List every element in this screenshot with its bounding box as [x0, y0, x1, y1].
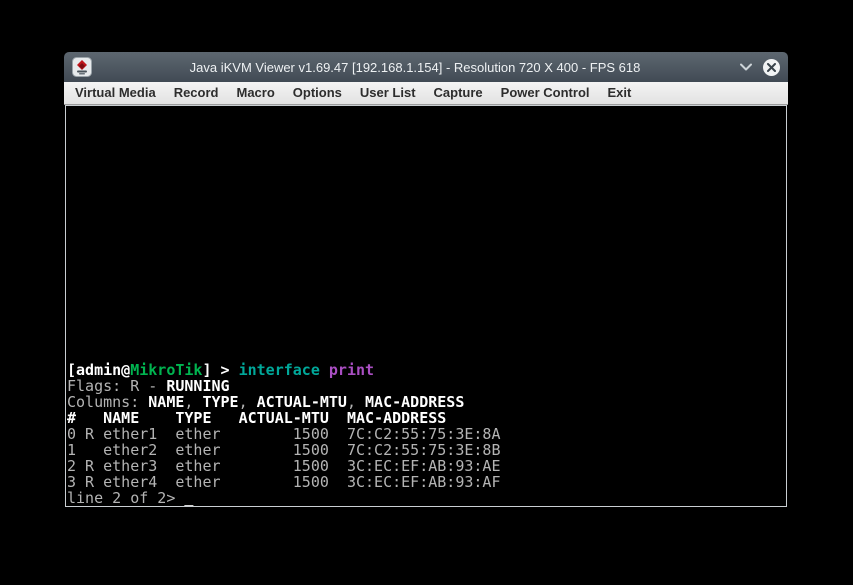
terminal-line: 3 R ether4 ether 1500 3C:EC:EF:AB:93:AF: [67, 474, 786, 490]
close-button[interactable]: [763, 58, 780, 76]
menu-item-virtual-media[interactable]: Virtual Media: [66, 82, 165, 104]
remote-console-screen[interactable]: [admin@MikroTik] > interface print Flags:…: [65, 105, 787, 507]
menu-item-power-control[interactable]: Power Control: [492, 82, 599, 104]
terminal-text-segment: _: [184, 489, 194, 507]
menu-item-user-list[interactable]: User List: [351, 82, 425, 104]
menu-bar: Virtual Media Record Macro Options User List…: [64, 82, 788, 105]
menu-item-capture[interactable]: Capture: [425, 82, 492, 104]
terminal-line: 0 R ether1 ether 1500 7C:C2:55:75:3E:8A: [67, 426, 786, 442]
terminal-text-segment: print: [328, 361, 375, 379]
terminal-line: # NAME TYPE ACTUAL-MTU MAC-ADDRESS: [67, 410, 786, 426]
terminal-line: Columns: NAME, TYPE, ACTUAL-MTU, MAC-ADD…: [67, 394, 786, 410]
ikvm-app-icon: [72, 57, 92, 77]
chevron-down-icon[interactable]: [738, 59, 754, 75]
terminal-line: Flags: R - RUNNING: [67, 378, 786, 394]
menu-item-options[interactable]: Options: [284, 82, 351, 104]
menu-item-exit[interactable]: Exit: [599, 82, 641, 104]
window-titlebar[interactable]: Java iKVM Viewer v1.69.47 [192.168.1.154…: [64, 52, 788, 82]
menu-item-record[interactable]: Record: [165, 82, 228, 104]
menu-item-macro[interactable]: Macro: [227, 82, 283, 104]
ikvm-viewer-window: Java iKVM Viewer v1.69.47 [192.168.1.154…: [64, 52, 788, 507]
window-controls: [738, 58, 780, 76]
close-x-icon: [767, 62, 776, 72]
terminal-line: 1 ether2 ether 1500 7C:C2:55:75:3E:8B: [67, 442, 786, 458]
terminal-line: 2 R ether3 ether 1500 3C:EC:EF:AB:93:AE: [67, 458, 786, 474]
terminal-line: [admin@MikroTik] > interface print: [67, 362, 786, 378]
terminal-text-segment: line 2 of 2>: [67, 489, 185, 507]
terminal-line: line 2 of 2> _: [67, 490, 786, 506]
window-title: Java iKVM Viewer v1.69.47 [192.168.1.154…: [189, 59, 641, 75]
terminal-text-segment: interface: [238, 361, 329, 379]
remote-screen-viewer: [admin@MikroTik] > interface print Flags:…: [64, 105, 788, 507]
terminal-content: [admin@MikroTik] > interface print Flags:…: [66, 106, 786, 506]
